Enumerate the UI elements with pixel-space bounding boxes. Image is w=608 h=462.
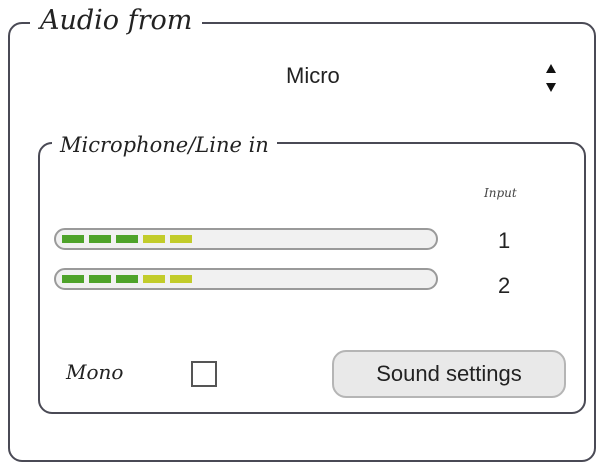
level-segment	[116, 235, 138, 243]
level-segment	[170, 235, 192, 243]
level-segment	[143, 275, 165, 283]
channel-label-1: 1	[498, 228, 511, 253]
channel-label-2: 2	[498, 273, 511, 298]
input-column-header: Input	[484, 186, 517, 200]
mono-checkbox[interactable]	[191, 361, 217, 387]
level-segment	[170, 275, 192, 283]
level-meter-1	[54, 228, 438, 250]
up-down-arrows-icon[interactable]	[544, 60, 558, 96]
level-meter-2-segments	[62, 275, 192, 283]
level-segment	[62, 235, 84, 243]
audio-from-title: Audio from	[30, 2, 203, 40]
mono-label: Mono	[66, 360, 124, 384]
level-segment	[116, 275, 138, 283]
level-segment	[143, 235, 165, 243]
sound-settings-button[interactable]: Sound settings	[332, 350, 566, 398]
level-segment	[89, 235, 111, 243]
level-meter-1-segments	[62, 235, 192, 243]
microphone-line-in-title: Microphone/Line in	[52, 130, 277, 160]
audio-source-value: Micro	[286, 63, 340, 88]
audio-source-select[interactable]: Micro	[270, 58, 572, 98]
level-meter-2	[54, 268, 438, 290]
level-segment	[62, 275, 84, 283]
level-segment	[89, 275, 111, 283]
